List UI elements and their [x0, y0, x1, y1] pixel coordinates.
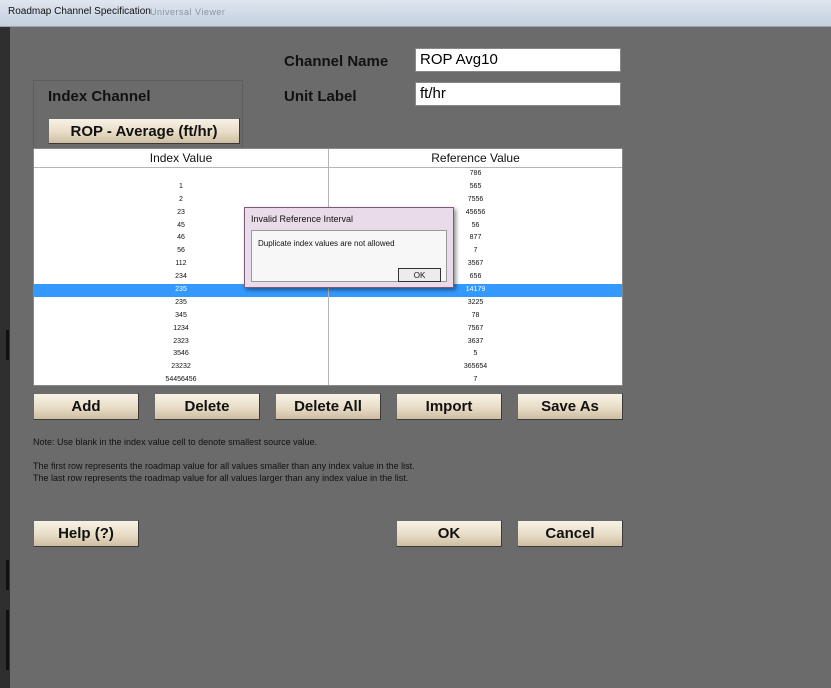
reference-value-cell[interactable]: 78 [329, 312, 622, 319]
reference-value-cell[interactable]: 565 [329, 183, 622, 190]
delete-button[interactable]: Delete [154, 393, 260, 420]
dialog-message: Duplicate index values are not allowed [258, 239, 395, 248]
index-value-cell[interactable]: 1 [34, 183, 328, 190]
note-blank-index: Note: Use blank in the index value cell … [33, 437, 318, 447]
invalid-reference-dialog: Invalid Reference Interval Duplicate ind… [244, 207, 454, 288]
index-value-cell[interactable]: 23232 [34, 363, 328, 370]
delete-all-button[interactable]: Delete All [275, 393, 381, 420]
save-as-button[interactable]: Save As [517, 393, 623, 420]
channel-name-input[interactable]: ROP Avg10 [415, 48, 621, 72]
index-value-cell[interactable]: 1234 [34, 325, 328, 332]
index-value-cell[interactable]: 2 [34, 196, 328, 203]
index-value-cell[interactable]: 345 [34, 312, 328, 319]
help-button[interactable]: Help (?) [33, 520, 139, 547]
reference-value-cell[interactable]: 365654 [329, 363, 622, 370]
reference-value-cell[interactable]: 7 [329, 376, 622, 383]
index-channel-button[interactable]: ROP - Average (ft/hr) [48, 118, 240, 144]
unit-label-input[interactable]: ft/hr [415, 82, 621, 106]
note-first-row: The first row represents the roadmap val… [33, 461, 415, 471]
reference-value-cell[interactable]: 786 [329, 170, 622, 177]
window-title: Roadmap Channel Specification [8, 6, 151, 17]
column-header-index-value[interactable]: Index Value [34, 151, 328, 165]
reference-value-cell[interactable]: 3225 [329, 299, 622, 306]
reference-value-cell[interactable]: 7556 [329, 196, 622, 203]
frame-notch [6, 330, 9, 360]
frame-notch [6, 610, 9, 670]
dialog-body: Duplicate index values are not allowed O… [251, 230, 447, 282]
add-button[interactable]: Add [33, 393, 139, 420]
title-bar[interactable]: Roadmap Channel Specification Universal … [0, 0, 831, 27]
index-value-cell[interactable]: 54456456 [34, 376, 328, 383]
index-value-cell[interactable]: 235 [34, 299, 328, 306]
index-value-cell[interactable]: 2323 [34, 338, 328, 345]
import-button[interactable]: Import [396, 393, 502, 420]
reference-value-cell[interactable]: 5 [329, 350, 622, 357]
dialog-ok-button[interactable]: OK [398, 268, 441, 282]
reference-value-cell[interactable]: 3637 [329, 338, 622, 345]
index-channel-label: Index Channel [48, 88, 151, 105]
channel-name-label: Channel Name [284, 53, 389, 70]
reference-value-cell[interactable]: 7567 [329, 325, 622, 332]
cancel-button[interactable]: Cancel [517, 520, 623, 547]
frame-notch [6, 560, 9, 590]
window-title-background: Universal Viewer [150, 7, 226, 17]
roadmap-channel-window: Roadmap Channel Specification Universal … [0, 0, 831, 688]
column-header-reference-value[interactable]: Reference Value [329, 151, 622, 165]
index-value-cell[interactable]: 3546 [34, 350, 328, 357]
unit-label: Unit Label [284, 88, 357, 105]
ok-button[interactable]: OK [396, 520, 502, 547]
dialog-title: Invalid Reference Interval [251, 214, 354, 224]
note-last-row: The last row represents the roadmap valu… [33, 473, 409, 483]
